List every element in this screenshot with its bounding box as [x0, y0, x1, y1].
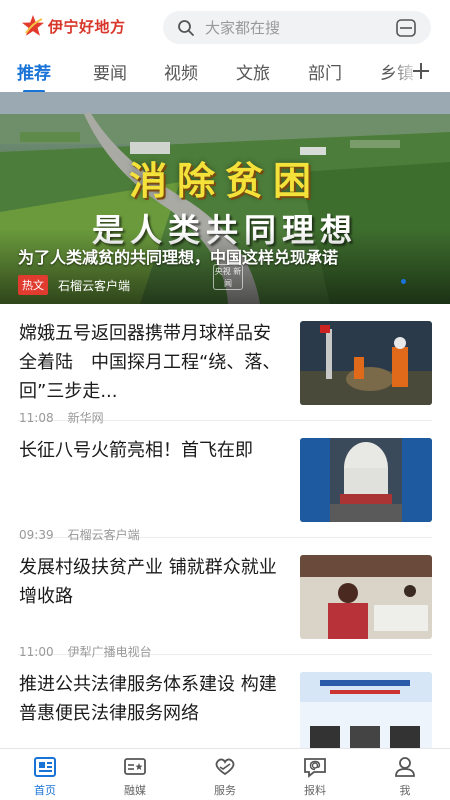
news-list: 嫦娥五号返回器携带月球样品安全着陆 中国探月工程“绕、落、回”三步走... 11…: [0, 304, 450, 772]
news-title: 长征八号火箭亮相！首飞在即: [19, 440, 253, 461]
news-thumbnail: [300, 321, 432, 405]
hero-slogan-line1: 消除贫困: [128, 158, 321, 203]
brand-logo[interactable]: 伊宁好地方: [20, 13, 126, 39]
app-root: 伊宁好地方 大家都在搜 推荐 要闻 视频 文旅 部门 乡镇: [0, 0, 450, 800]
nav-services[interactable]: 服务: [180, 749, 270, 800]
tab-label: 推荐: [17, 64, 51, 84]
nav-label: 服务: [214, 784, 236, 797]
user-icon: [395, 757, 415, 777]
newspaper-icon: [34, 757, 56, 777]
hot-badge: 热文: [18, 275, 48, 295]
channel-tabs: 推荐 要闻 视频 文旅 部门 乡镇: [0, 52, 450, 93]
news-item[interactable]: 嫦娥五号返回器携带月球样品安全着陆 中国探月工程“绕、落、回”三步走... 11…: [18, 304, 432, 425]
bottom-navigation: 首页 融媒 服务 报料 我: [0, 748, 450, 800]
news-thumbnail: [300, 438, 432, 522]
hero-banner[interactable]: 消除贫困 是人类共同理想 为了人类减贫的共同理想，中国这样兑现承诺 热文 石榴云…: [0, 92, 450, 304]
news-thumbnail: [300, 672, 432, 756]
nav-label: 我: [399, 784, 411, 797]
chat-at-icon: [304, 758, 326, 778]
hero-source: 石榴云客户端: [58, 278, 131, 293]
nav-label: 报料: [304, 784, 326, 797]
heart-hands-icon: [215, 758, 235, 776]
top-header: 伊宁好地方 大家都在搜: [0, 0, 450, 52]
hero-title: 为了人类减贫的共同理想，中国这样兑现承诺: [18, 248, 339, 267]
tab-video[interactable]: 视频: [164, 59, 198, 84]
search-placeholder: 大家都在搜: [205, 19, 281, 37]
nav-media[interactable]: 融媒: [90, 749, 180, 800]
news-title: 嫦娥五号返回器携带月球样品安全着陆 中国探月工程“绕、落、回”三步走...: [19, 323, 281, 402]
hero-meta: 热文 石榴云客户端: [18, 275, 130, 295]
tab-culture-travel[interactable]: 文旅: [236, 59, 270, 84]
news-thumbnail: [300, 555, 432, 639]
logo-star-icon: [22, 15, 44, 36]
news-title: 发展村级扶贫产业 铺就群众就业增收路: [19, 557, 277, 607]
nav-me[interactable]: 我: [360, 749, 450, 800]
add-channel-icon[interactable]: [410, 60, 432, 82]
news-item[interactable]: 长征八号火箭亮相！首飞在即 09:39 石榴云客户端: [18, 421, 432, 542]
nav-label: 首页: [34, 784, 56, 797]
tab-headlines[interactable]: 要闻: [93, 59, 127, 84]
brand-name: 伊宁好地方: [48, 17, 126, 36]
cctv-news-watermark: 央视 新闻: [213, 264, 243, 290]
nav-home[interactable]: 首页: [0, 749, 90, 800]
nav-label: 融媒: [124, 784, 146, 797]
search-bar[interactable]: 大家都在搜: [163, 11, 431, 44]
tab-recommend[interactable]: 推荐: [17, 59, 51, 93]
media-card-icon: [124, 758, 146, 775]
news-item[interactable]: 发展村级扶贫产业 铺就群众就业增收路 11:00 伊犁广播电视台: [18, 538, 432, 659]
tab-departments[interactable]: 部门: [308, 59, 342, 84]
nav-report[interactable]: 报料: [270, 749, 360, 800]
news-title: 推进公共法律服务体系建设 构建普惠便民法律服务网络: [19, 674, 277, 724]
scan-icon[interactable]: [395, 18, 417, 38]
carousel-indicator: [401, 279, 406, 284]
search-icon: [178, 19, 194, 36]
